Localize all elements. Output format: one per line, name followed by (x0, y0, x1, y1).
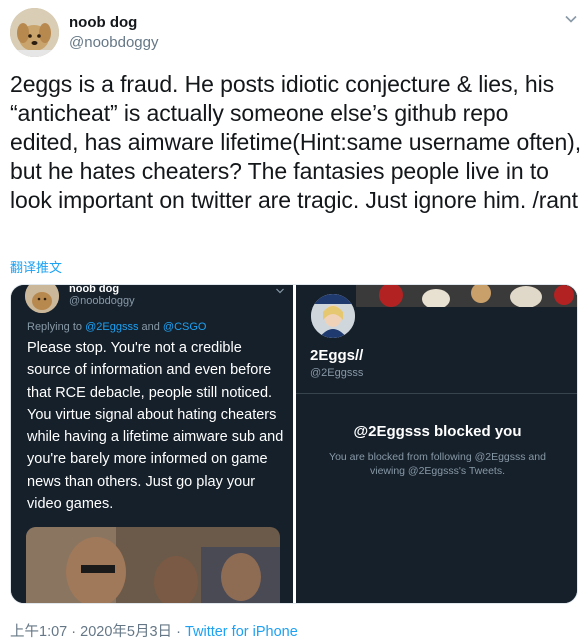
translate-tweet-link[interactable]: 翻译推文 (10, 257, 62, 276)
tweet-text: 2eggs is a fraud. He posts idiotic conje… (10, 71, 582, 213)
profile-display-name: 2Eggs// (310, 347, 364, 364)
embedded-tweet-text: Please stop. You're not a credible sourc… (27, 340, 284, 513)
embedded-avatar (25, 285, 59, 313)
media-image-right[interactable]: 2Eggs// @2Eggsss @2Eggsss blocked you Yo… (296, 285, 577, 603)
profile-divider (296, 393, 577, 394)
footer-separator: · (71, 624, 77, 640)
embedded-video-thumbnail (26, 527, 280, 603)
footer-separator: · (176, 624, 181, 640)
tweet-header: noob dog @noobdoggy (10, 8, 578, 60)
avatar[interactable] (10, 8, 59, 57)
handle[interactable]: @noobdoggy (69, 33, 158, 53)
embedded-display-name: noob dog (69, 284, 120, 295)
profile-avatar (308, 291, 358, 341)
blocked-title: @2Eggsss blocked you (353, 423, 522, 440)
tweet-source-link[interactable]: Twitter for iPhone (185, 624, 298, 640)
profile-handle: @2Eggsss (310, 367, 364, 379)
display-name[interactable]: noob dog (69, 13, 158, 33)
tweet-footer: 上午1:07 · 2020年5月3日 · Twitter for iPhone (10, 620, 298, 641)
blocked-subtitle: You are blocked from following @2Eggsss … (329, 451, 546, 477)
tweet-time[interactable]: 上午1:07 (10, 624, 67, 640)
media-image-left[interactable]: noob dog @noobdoggy Replying to @2Eggsss… (11, 284, 293, 603)
embedded-reply-context: Replying to @2Eggsss and @CSGO (27, 321, 207, 333)
tweet-date[interactable]: 2020年5月3日 (80, 624, 172, 640)
embedded-handle: @noobdoggy (69, 295, 135, 307)
chevron-down-icon (275, 285, 285, 294)
tweet-media[interactable]: noob dog @noobdoggy Replying to @2Eggsss… (10, 284, 578, 604)
chevron-down-icon[interactable] (564, 12, 578, 26)
